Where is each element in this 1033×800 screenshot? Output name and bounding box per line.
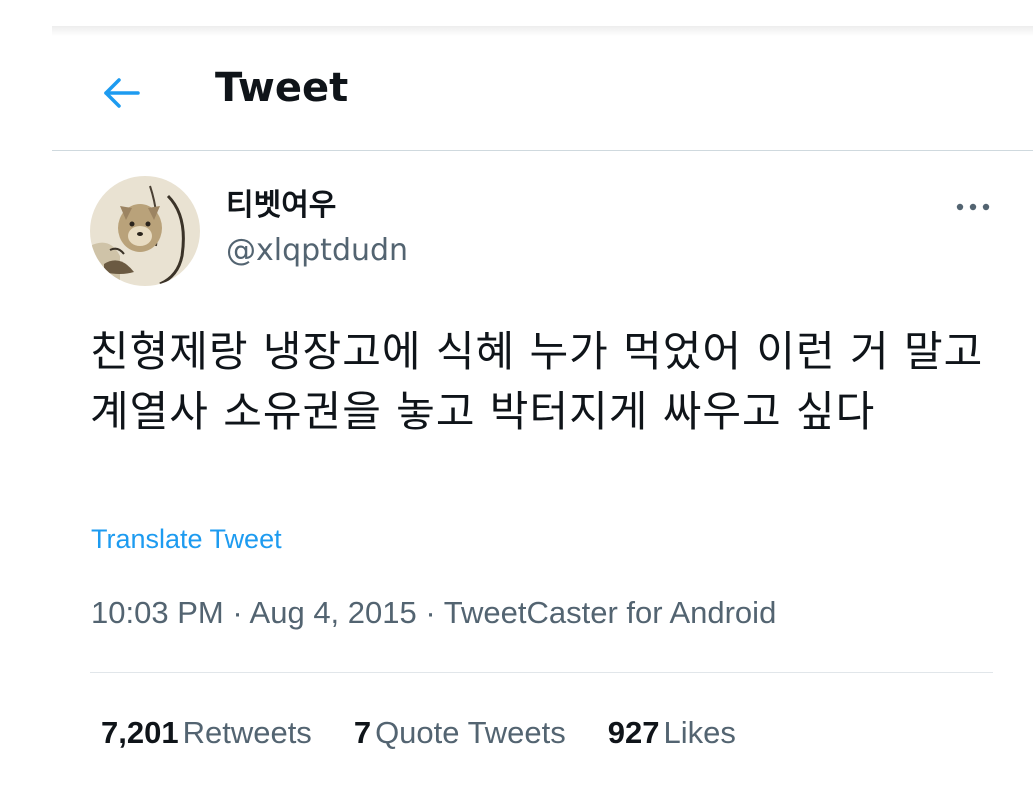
tweet-header: Tweet xyxy=(52,36,1033,151)
quote-tweets-stat[interactable]: 7 Quote Tweets xyxy=(354,712,566,754)
arrow-left-icon xyxy=(104,78,140,108)
retweets-stat[interactable]: 7,201 Retweets xyxy=(101,712,312,754)
retweets-label: Retweets xyxy=(182,715,312,750)
more-options-button[interactable] xyxy=(950,192,996,222)
divider xyxy=(90,672,993,673)
tweet-text: 친형제랑 냉장고에 식혜 누가 먹었어 이런 거 말고 계열사 소유권을 놓고 … xyxy=(90,327,984,436)
tweet-time[interactable]: 10:03 PM xyxy=(91,595,224,630)
quote-tweets-label: Quote Tweets xyxy=(375,715,566,750)
tweet-stats: 7,201 Retweets 7 Quote Tweets 927 Likes xyxy=(101,712,778,754)
meta-separator: · xyxy=(416,595,444,630)
fox-avatar-icon xyxy=(90,176,200,286)
tweet-source[interactable]: TweetCaster for Android xyxy=(444,595,777,630)
translate-tweet-link[interactable]: Translate Tweet xyxy=(91,520,282,558)
tweet-date[interactable]: Aug 4, 2015 xyxy=(250,595,417,630)
author-display-name[interactable]: 티벳여우 xyxy=(226,186,336,226)
tweet-meta: 10:03 PM · Aug 4, 2015 · TweetCaster for… xyxy=(91,592,776,634)
status-bar-shadow xyxy=(52,26,1033,36)
quote-tweets-count: 7 xyxy=(353,715,372,750)
likes-label: Likes xyxy=(663,715,736,750)
avatar[interactable] xyxy=(90,176,200,286)
meta-separator: · xyxy=(223,595,250,630)
tweet-page: Tweet 티벳여우 @xlqptdudn 친형제랑 냉장고에 식혜 누가 먹었… xyxy=(0,0,1033,800)
page-title: Tweet xyxy=(215,65,349,111)
retweets-count: 7,201 xyxy=(101,715,179,750)
more-dots-icon xyxy=(956,203,990,211)
back-button[interactable] xyxy=(96,68,146,118)
author-handle[interactable]: @xlqptdudn xyxy=(226,231,408,271)
likes-stat[interactable]: 927 Likes xyxy=(608,712,736,754)
likes-count: 927 xyxy=(607,715,660,750)
